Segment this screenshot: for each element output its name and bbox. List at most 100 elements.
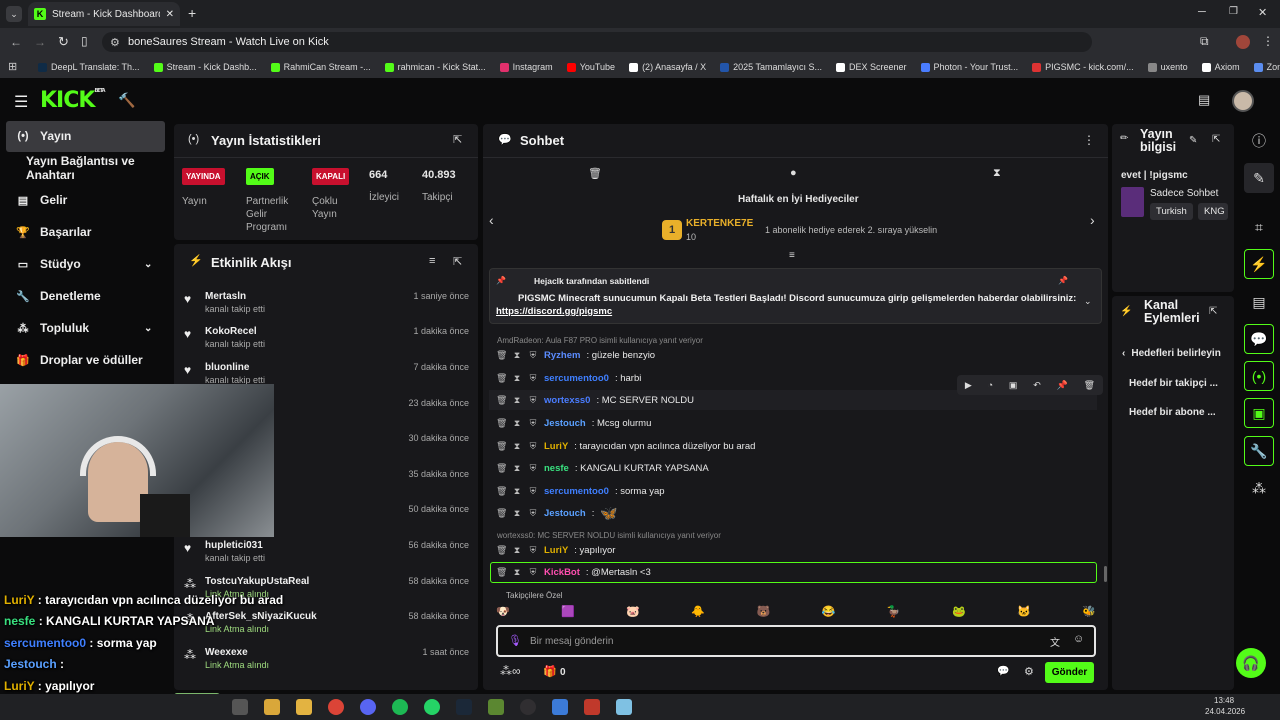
send-button[interactable]: Gönder	[1045, 662, 1094, 683]
scrollbar[interactable]	[1104, 566, 1107, 582]
chat-message[interactable]: 🗑 ⧗ ⛨ Jestouch: 🦋	[496, 503, 618, 523]
bookmark-item[interactable]: YouTube	[566, 62, 615, 72]
hamburger-icon[interactable]: ☰	[14, 92, 28, 112]
delete-msg-icon[interactable]: 🗑	[496, 373, 507, 384]
close-tab-icon[interactable]: ✕	[166, 9, 174, 20]
chat-username[interactable]: LuriY	[544, 545, 568, 556]
bookmark-item[interactable]: uxento	[1147, 62, 1188, 72]
chevron-down-icon[interactable]: ⌄	[144, 259, 152, 270]
edit-icon[interactable]: ✎	[1244, 163, 1274, 193]
wallet-header-icon[interactable]: ▤	[1198, 92, 1210, 108]
info-popout-icon[interactable]: ⇱	[1212, 134, 1220, 145]
event-name[interactable]: hupletici031	[205, 540, 263, 551]
chat-message[interactable]: 🗑 ⧗ ⛨ LuriY: yapılıyor	[496, 540, 615, 560]
bookmark-item[interactable]: rahmican - Kick Stat...	[384, 62, 486, 72]
sidebar-item[interactable]: ⁂ Topluluk ⌄	[6, 313, 166, 343]
people-rail-icon[interactable]: ⁂	[1244, 473, 1274, 503]
kick-logo[interactable]: KICKBETA	[40, 88, 106, 113]
emote-icon[interactable]: 🐸	[952, 605, 966, 621]
chat-username[interactable]: Jestouch	[544, 418, 586, 429]
settings-gear-icon[interactable]: ⚙	[1024, 665, 1034, 678]
support-button[interactable]: 🎧	[1236, 648, 1266, 678]
hammer-icon[interactable]: 🔨	[118, 92, 135, 109]
sidebar-item[interactable]: Yayın Bağlantısı ve Anahtarı	[6, 153, 166, 183]
close-window-icon[interactable]: ✕	[1258, 6, 1267, 19]
tab-search-icon[interactable]: ⌄	[6, 6, 22, 22]
chat-username[interactable]: sercumentoo0	[544, 486, 609, 497]
delete-msg-icon[interactable]: 🗑	[496, 350, 507, 361]
reply-icon[interactable]: ↶	[1033, 380, 1041, 391]
pinned-link[interactable]: https://discord.gg/pigsmc	[496, 306, 612, 317]
event-name[interactable]: bluonline	[205, 362, 249, 373]
event-name[interactable]: TostcuYakupUstaReal	[205, 576, 309, 587]
timeout-hourglass-icon[interactable]: ⧗	[512, 350, 522, 361]
trash-tab-icon[interactable]: 🗑	[588, 167, 602, 180]
timeout-hourglass-icon[interactable]: ⧗	[512, 463, 522, 474]
whatsapp-icon[interactable]	[424, 699, 440, 715]
reload-icon[interactable]: ↻	[58, 34, 69, 50]
chat-username[interactable]: nesfe	[544, 463, 569, 474]
delete-msg-icon[interactable]: 🗑	[496, 418, 507, 429]
delete-msg-icon[interactable]: 🗑	[496, 395, 507, 406]
bookmark-item[interactable]: 2025 Tamamlayıcı S...	[720, 62, 822, 72]
profile-avatar[interactable]	[1236, 35, 1250, 49]
info-pencil-icon[interactable]: ✎	[1189, 135, 1197, 146]
unpin-icon[interactable]: 📌	[1058, 276, 1068, 285]
sidebar-item[interactable]: 🎁 Droplar ve ödüller	[6, 345, 166, 375]
restore-icon[interactable]: ❐	[1229, 6, 1238, 17]
bookmark-item[interactable]: DEX Screener	[835, 62, 907, 72]
chat-username[interactable]: Jestouch	[544, 508, 586, 519]
delete-msg-icon[interactable]: 🗑	[496, 463, 507, 474]
goal-subscriber[interactable]: Hedef bir abone ...	[1129, 407, 1216, 418]
events-popout-icon[interactable]: ⇱	[453, 255, 462, 268]
timeout-hourglass-icon[interactable]: ⧗	[512, 418, 522, 429]
user-avatar[interactable]	[1232, 90, 1254, 112]
emote-icon[interactable]: 🟪	[561, 605, 575, 621]
tag-kng[interactable]: KNG	[1198, 203, 1228, 220]
stats-popout-icon[interactable]: ⇱	[453, 133, 462, 146]
chat-bubble-small-icon[interactable]: 💬	[997, 666, 1009, 677]
chrome-icon[interactable]	[328, 699, 344, 715]
collapse-icon[interactable]: ≡	[789, 250, 795, 261]
hourglass-tab-icon[interactable]: ⧗	[993, 167, 1001, 180]
sidebar-item[interactable]: ▭ Stüdyo ⌄	[6, 249, 166, 279]
url-field[interactable]: boneSaures Stream - Watch Live on Kick	[102, 32, 1092, 52]
mic-icon[interactable]: 🎙	[508, 634, 522, 647]
doc-icon[interactable]: ▤	[1244, 287, 1274, 317]
card-rail-icon[interactable]: ▣	[1244, 398, 1274, 428]
wrench-rail-icon[interactable]: 🔧	[1244, 436, 1274, 466]
expand-pinned-icon[interactable]: ⌄	[1084, 296, 1092, 307]
next-arrow-icon[interactable]: ›	[1090, 212, 1095, 228]
filter-icon[interactable]: ≡	[429, 255, 435, 267]
back-goals-button[interactable]: ‹ Hedefleri belirleyin	[1122, 348, 1221, 359]
category-name[interactable]: Sadece Sohbet	[1150, 188, 1218, 199]
minimize-icon[interactable]: ─	[1198, 6, 1206, 18]
obs-icon[interactable]	[520, 699, 536, 715]
chat-tab-icon[interactable]: ●	[790, 167, 797, 179]
emote-icon[interactable]: 🐶	[496, 605, 510, 621]
bookmark-item[interactable]: (2) Anasayfa / X	[629, 62, 706, 72]
goal-follower[interactable]: Hedef bir takipçi ...	[1129, 378, 1218, 389]
delete-msg-icon[interactable]: 🗑	[496, 441, 507, 452]
bookmark-item[interactable]: Stream - Kick Dashb...	[153, 62, 257, 72]
discord-icon[interactable]	[360, 699, 376, 715]
timeout-hourglass-icon[interactable]: ⧗	[512, 545, 522, 556]
emote-icon[interactable]: 🐷	[626, 605, 640, 621]
bookmark-item[interactable]: Zonguldak İngilizce...	[1253, 62, 1280, 72]
bookmark-item[interactable]: RahmiCan Stream -...	[270, 62, 371, 72]
sidebar-item[interactable]: ▤ Gelir	[6, 185, 166, 215]
bookmark-item[interactable]: Instagram	[499, 62, 553, 72]
chat-message[interactable]: 🗑 ⧗ ⛨ Ryzhem: güzele benzyio	[496, 345, 655, 365]
timeout-hourglass-icon[interactable]: ⧗	[512, 486, 522, 497]
event-name[interactable]: AfterSek_sNiyaziKucuk	[205, 611, 317, 622]
steam-icon[interactable]	[456, 699, 472, 715]
app3-icon[interactable]	[616, 699, 632, 715]
event-name[interactable]: Mertasln	[205, 291, 246, 302]
timeout-hourglass-icon[interactable]: ⧗	[512, 508, 522, 519]
bolt-rail-icon[interactable]: ⚡	[1244, 249, 1274, 279]
chat-username[interactable]: Ryzhem	[544, 350, 580, 361]
emote-icon[interactable]: 🐱	[1017, 605, 1031, 621]
chat-menu-icon[interactable]: ⋮	[1083, 133, 1095, 147]
actions-popout-icon[interactable]: ⇱	[1209, 306, 1217, 317]
timeout-icon[interactable]: ◔	[988, 380, 993, 390]
